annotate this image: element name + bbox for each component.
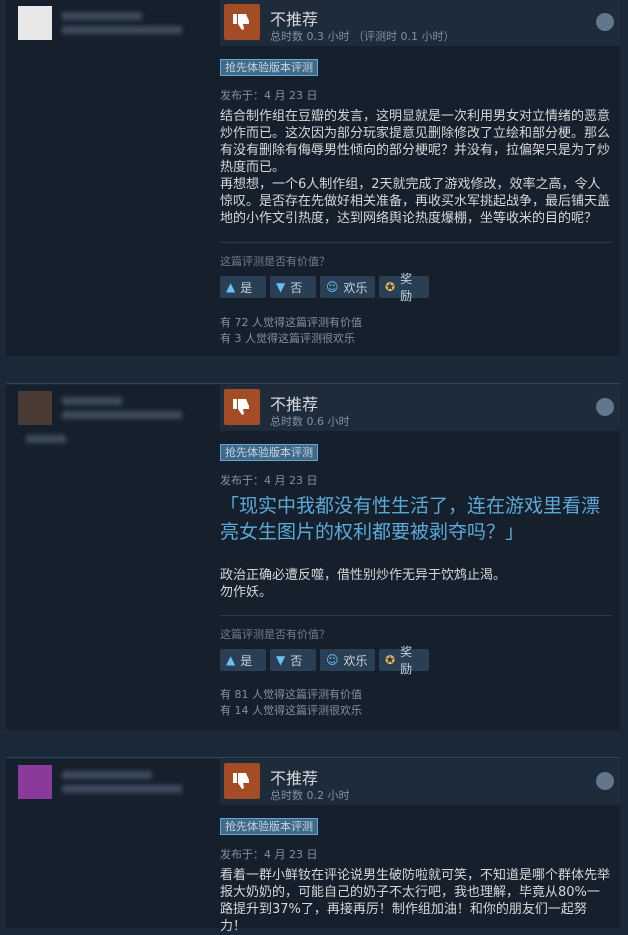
vote-yes-button[interactable]: ▲ 是 [220, 649, 266, 671]
steam-icon [596, 772, 614, 790]
divider [220, 242, 612, 243]
review-text: 政治正确必遭反噬，借性别炒作无异于饮鸩止渴。 勿作妖。 [220, 568, 507, 600]
playtime: 总时数 0.6 小时 [270, 415, 350, 428]
review-quote: 「现实中我都没有性生活了，连在游戏里看漂亮女生图片的权利都要被剥夺吗？」 [220, 495, 601, 543]
early-access-badge: 抢先体验版本评测 [220, 818, 318, 835]
avatar[interactable] [18, 391, 52, 425]
vote-funny-label: 欢乐 [343, 280, 368, 295]
award-button[interactable]: ✪ 奖励 [379, 272, 429, 303]
smile-icon: ☺ [326, 280, 339, 294]
steam-icon [596, 13, 614, 31]
reviewer-stats-blurred [62, 785, 182, 793]
award-label: 奖励 [400, 272, 413, 303]
thumbs-down-icon [224, 389, 260, 425]
separator [6, 383, 620, 384]
early-access-badge: 抢先体验版本评测 [220, 59, 318, 76]
vote-no-label: 否 [290, 653, 303, 668]
award-label: 奖励 [400, 645, 413, 676]
vote-funny-button[interactable]: ☺ 欢乐 [320, 276, 375, 298]
helpful-question: 这篇评测是否有价值？ [220, 255, 330, 268]
posted-date: 发布于：4 月 23 日 [220, 474, 318, 487]
avatar[interactable] [18, 6, 52, 40]
award-button[interactable]: ✪ 奖励 [379, 645, 429, 676]
divider [220, 615, 612, 616]
posted-date: 发布于：4 月 23 日 [220, 89, 318, 102]
vote-yes-button[interactable]: ▲ 是 [220, 276, 266, 298]
reviewer-extra-blurred [26, 435, 66, 443]
thumbs-down-small-icon: ▼ [276, 653, 286, 667]
smile-icon: ☺ [326, 653, 339, 667]
reviewer-stats-blurred [62, 411, 182, 419]
reviewer-name-blurred [62, 771, 152, 779]
early-access-badge: 抢先体验版本评测 [220, 444, 318, 461]
vote-yes-label: 是 [240, 653, 253, 668]
review-verdict[interactable]: 不推荐 [270, 765, 318, 789]
review-card: 不推荐 总时数 0.6 小时 抢先体验版本评测 发布于：4 月 23 日 「现实… [6, 385, 620, 730]
helpful-question: 这篇评测是否有价值？ [220, 628, 330, 641]
vote-no-button[interactable]: ▼ 否 [270, 649, 316, 671]
steam-icon [596, 398, 614, 416]
review-card: 不推荐 总时数 0.3 小时 （评测时 0.1 小时） 抢先体验版本评测 发布于… [6, 0, 620, 356]
review-text: 看着一群小鲜钕在评论说男生破防啦就可笑，不知道是哪个群体先举报大奶奶的，可能自己… [220, 868, 611, 934]
helpful-count: 有 81 人觉得这篇评测有价值 [220, 688, 362, 701]
thumbs-up-icon: ▲ [226, 653, 236, 667]
review-card: 不推荐 总时数 0.2 小时 抢先体验版本评测 发布于：4 月 23 日 看着一… [6, 759, 620, 934]
posted-date: 发布于：4 月 23 日 [220, 848, 318, 861]
thumbs-up-icon: ▲ [226, 280, 236, 294]
review-header: 不推荐 总时数 0.3 小时 （评测时 0.1 小时） [220, 0, 620, 46]
review-verdict[interactable]: 不推荐 [270, 391, 318, 415]
helpful-count: 有 72 人觉得这篇评测有价值 [220, 316, 362, 329]
thumbs-down-icon [224, 763, 260, 799]
award-icon: ✪ [385, 280, 396, 294]
funny-count: 有 3 人觉得这篇评测很欢乐 [220, 332, 355, 345]
playtime: 总时数 0.3 小时 （评测时 0.1 小时） [270, 30, 455, 43]
review-text: 结合制作组在豆瓣的发言，这明显就是一次利用男女对立情绪的恶意炒作而已。这次因为部… [220, 109, 611, 226]
review-header: 不推荐 总时数 0.6 小时 [220, 385, 620, 431]
funny-count: 有 14 人觉得这篇评测很欢乐 [220, 704, 362, 717]
reviewer-name-blurred [62, 397, 122, 405]
thumbs-down-icon [224, 4, 260, 40]
award-icon: ✪ [385, 653, 396, 667]
vote-no-label: 否 [290, 280, 303, 295]
review-verdict[interactable]: 不推荐 [270, 6, 318, 30]
vote-funny-label: 欢乐 [343, 653, 368, 668]
reviewer-stats-blurred [62, 26, 182, 34]
avatar[interactable] [18, 765, 52, 799]
review-header: 不推荐 总时数 0.2 小时 [220, 759, 620, 805]
thumbs-down-small-icon: ▼ [276, 280, 286, 294]
vote-yes-label: 是 [240, 280, 253, 295]
vote-no-button[interactable]: ▼ 否 [270, 276, 316, 298]
vote-funny-button[interactable]: ☺ 欢乐 [320, 649, 375, 671]
reviewer-name-blurred [62, 12, 142, 20]
separator [6, 757, 620, 758]
playtime: 总时数 0.2 小时 [270, 789, 350, 802]
